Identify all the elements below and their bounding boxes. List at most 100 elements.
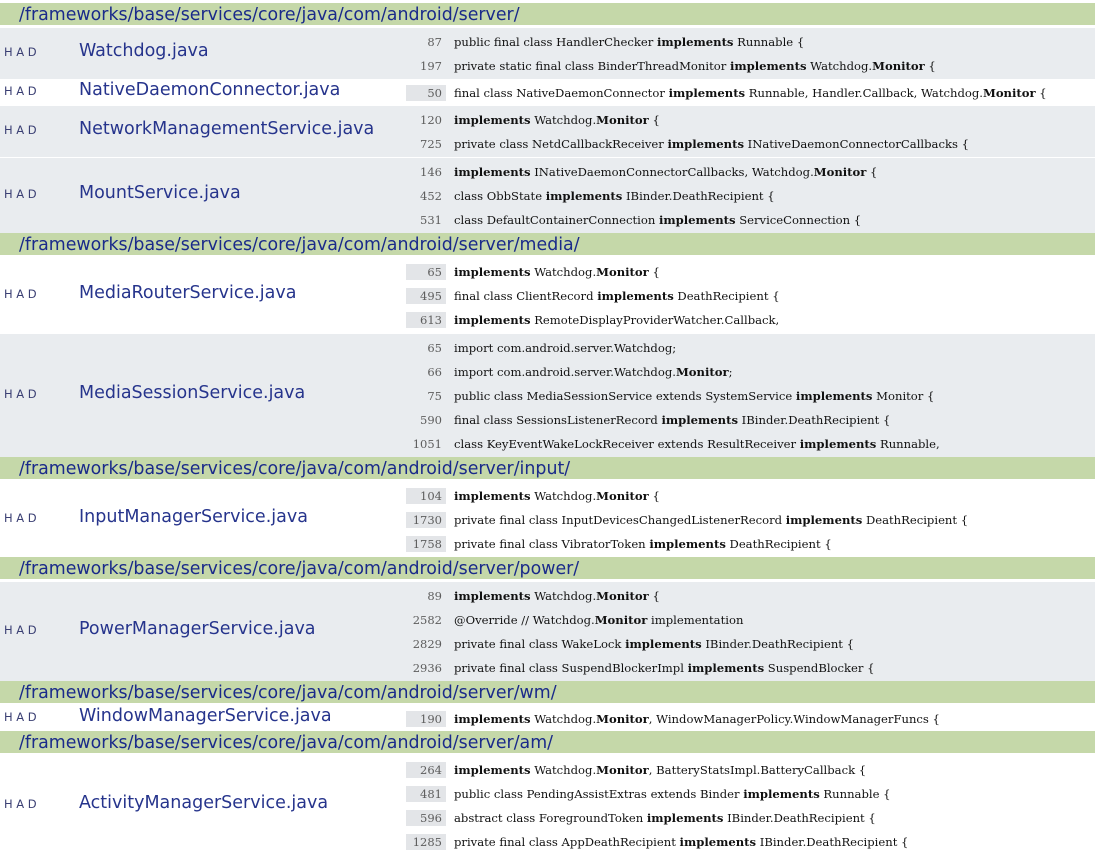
line-number-link[interactable]: 495	[406, 288, 446, 304]
history-link[interactable]: H	[4, 123, 15, 137]
line-number-link[interactable]: 264	[406, 762, 446, 778]
history-link[interactable]: H	[4, 84, 15, 98]
download-link[interactable]: D	[28, 387, 39, 401]
directory-link[interactable]: /frameworks/base/services/core/java/com/…	[0, 731, 1095, 753]
history-link[interactable]: H	[4, 287, 15, 301]
line-number-link[interactable]: 452	[406, 188, 446, 204]
code-snippet-link[interactable]: implements Watchdog.Monitor {	[454, 260, 660, 284]
line-number-link[interactable]: 725	[406, 136, 446, 152]
history-link[interactable]: H	[4, 387, 15, 401]
file-name-link[interactable]: MediaSessionService.java	[79, 383, 305, 403]
annotate-link[interactable]: A	[16, 45, 26, 59]
download-link[interactable]: D	[28, 287, 39, 301]
annotate-link[interactable]: A	[16, 187, 26, 201]
history-link[interactable]: H	[4, 623, 15, 637]
annotate-link[interactable]: A	[16, 84, 26, 98]
annotate-link[interactable]: A	[16, 287, 26, 301]
file-name-link[interactable]: InputManagerService.java	[79, 507, 308, 527]
code-snippet-link[interactable]: private final class WakeLock implements …	[454, 632, 854, 656]
directory-link[interactable]: /frameworks/base/services/core/java/com/…	[0, 681, 1095, 703]
code-snippet-link[interactable]: class DefaultContainerConnection impleme…	[454, 208, 861, 232]
line-number-link[interactable]: 87	[406, 34, 446, 50]
file-name-link[interactable]: MediaRouterService.java	[79, 283, 296, 303]
line-number-link[interactable]: 50	[406, 85, 446, 101]
code-snippet-link[interactable]: private final class InputDevicesChangedL…	[454, 508, 968, 532]
code-snippet-link[interactable]: private final class VibratorToken implem…	[454, 532, 832, 556]
line-number-link[interactable]: 65	[406, 264, 446, 280]
file-name-link[interactable]: MountService.java	[79, 183, 241, 203]
code-snippet-link[interactable]: implements Watchdog.Monitor {	[454, 484, 660, 508]
directory-link[interactable]: /frameworks/base/services/core/java/com/…	[0, 3, 1095, 25]
line-number-link[interactable]: 146	[406, 164, 446, 180]
line-number-link[interactable]: 120	[406, 112, 446, 128]
code-snippet-link[interactable]: implements INativeDaemonConnectorCallbac…	[454, 160, 877, 184]
line-number-link[interactable]: 596	[406, 810, 446, 826]
code-snippet-link[interactable]: implements Watchdog.Monitor {	[454, 108, 660, 132]
download-link[interactable]: D	[28, 45, 39, 59]
code-snippet-link[interactable]: public class PendingAssistExtras extends…	[454, 782, 891, 806]
code-snippet-link[interactable]: abstract class ForegroundToken implement…	[454, 806, 876, 830]
code-snippet-link[interactable]: implements Watchdog.Monitor, BatteryStat…	[454, 758, 866, 782]
directory-link[interactable]: /frameworks/base/services/core/java/com/…	[0, 457, 1095, 479]
annotate-link[interactable]: A	[16, 797, 26, 811]
file-name-link[interactable]: PowerManagerService.java	[79, 619, 316, 639]
history-link[interactable]: H	[4, 45, 15, 59]
line-number-link[interactable]: 75	[406, 388, 446, 404]
line-number-link[interactable]: 1758	[406, 536, 446, 552]
line-number-link[interactable]: 104	[406, 488, 446, 504]
code-snippet-link[interactable]: import com.android.server.Watchdog.Monit…	[454, 360, 732, 384]
history-link[interactable]: H	[4, 187, 15, 201]
code-snippet-link[interactable]: final class SessionsListenerRecord imple…	[454, 408, 890, 432]
code-snippet-link[interactable]: implements RemoteDisplayProviderWatcher.…	[454, 308, 779, 332]
line-number-link[interactable]: 1051	[406, 436, 446, 452]
code-snippet-link[interactable]: class ObbState implements IBinder.DeathR…	[454, 184, 775, 208]
file-name-link[interactable]: Watchdog.java	[79, 41, 209, 61]
file-name-link[interactable]: NativeDaemonConnector.java	[79, 80, 340, 100]
code-snippet-link[interactable]: implements Watchdog.Monitor {	[454, 584, 660, 608]
download-link[interactable]: D	[28, 623, 39, 637]
code-snippet-link[interactable]: private static final class BinderThreadM…	[454, 54, 936, 78]
code-snippet-link[interactable]: class KeyEventWakeLockReceiver extends R…	[454, 432, 940, 456]
line-number-link[interactable]: 481	[406, 786, 446, 802]
code-snippet-link[interactable]: private final class AppDeathRecipient im…	[454, 830, 908, 854]
line-number-link[interactable]: 190	[406, 711, 446, 727]
download-link[interactable]: D	[28, 84, 39, 98]
file-name-link[interactable]: NetworkManagementService.java	[79, 119, 374, 139]
directory-link[interactable]: /frameworks/base/services/core/java/com/…	[0, 233, 1095, 255]
code-snippet-link[interactable]: @Override // Watchdog.Monitor implementa…	[454, 608, 743, 632]
line-number-link[interactable]: 531	[406, 212, 446, 228]
download-link[interactable]: D	[28, 511, 39, 525]
annotate-link[interactable]: A	[16, 710, 26, 724]
code-snippet-link[interactable]: private final class SuspendBlockerImpl i…	[454, 656, 875, 680]
code-snippet-link[interactable]: import com.android.server.Watchdog;	[454, 336, 676, 360]
line-number-link[interactable]: 65	[406, 340, 446, 356]
download-link[interactable]: D	[28, 123, 39, 137]
directory-link[interactable]: /frameworks/base/services/core/java/com/…	[0, 557, 1095, 579]
code-snippet-link[interactable]: final class ClientRecord implements Deat…	[454, 284, 780, 308]
download-link[interactable]: D	[28, 187, 39, 201]
history-link[interactable]: H	[4, 710, 15, 724]
code-snippet-link[interactable]: implements Watchdog.Monitor, WindowManag…	[454, 707, 940, 731]
code-snippet-link[interactable]: public final class HandlerChecker implem…	[454, 30, 804, 54]
code-snippet-link[interactable]: private class NetdCallbackReceiver imple…	[454, 132, 969, 156]
line-number-link[interactable]: 590	[406, 412, 446, 428]
annotate-link[interactable]: A	[16, 511, 26, 525]
line-number-link[interactable]: 2936	[406, 660, 446, 676]
history-link[interactable]: H	[4, 511, 15, 525]
file-name-link[interactable]: WindowManagerService.java	[79, 706, 332, 726]
annotate-link[interactable]: A	[16, 387, 26, 401]
annotate-link[interactable]: A	[16, 123, 26, 137]
line-number-link[interactable]: 2582	[406, 612, 446, 628]
code-snippet-link[interactable]: public class MediaSessionService extends…	[454, 384, 934, 408]
download-link[interactable]: D	[28, 797, 39, 811]
history-link[interactable]: H	[4, 797, 15, 811]
download-link[interactable]: D	[28, 710, 39, 724]
annotate-link[interactable]: A	[16, 623, 26, 637]
code-snippet-link[interactable]: final class NativeDaemonConnector implem…	[454, 81, 1047, 105]
line-number-link[interactable]: 89	[406, 588, 446, 604]
file-name-link[interactable]: ActivityManagerService.java	[79, 793, 328, 813]
line-number-link[interactable]: 197	[406, 58, 446, 74]
line-number-link[interactable]: 2829	[406, 636, 446, 652]
line-number-link[interactable]: 66	[406, 364, 446, 380]
line-number-link[interactable]: 613	[406, 312, 446, 328]
